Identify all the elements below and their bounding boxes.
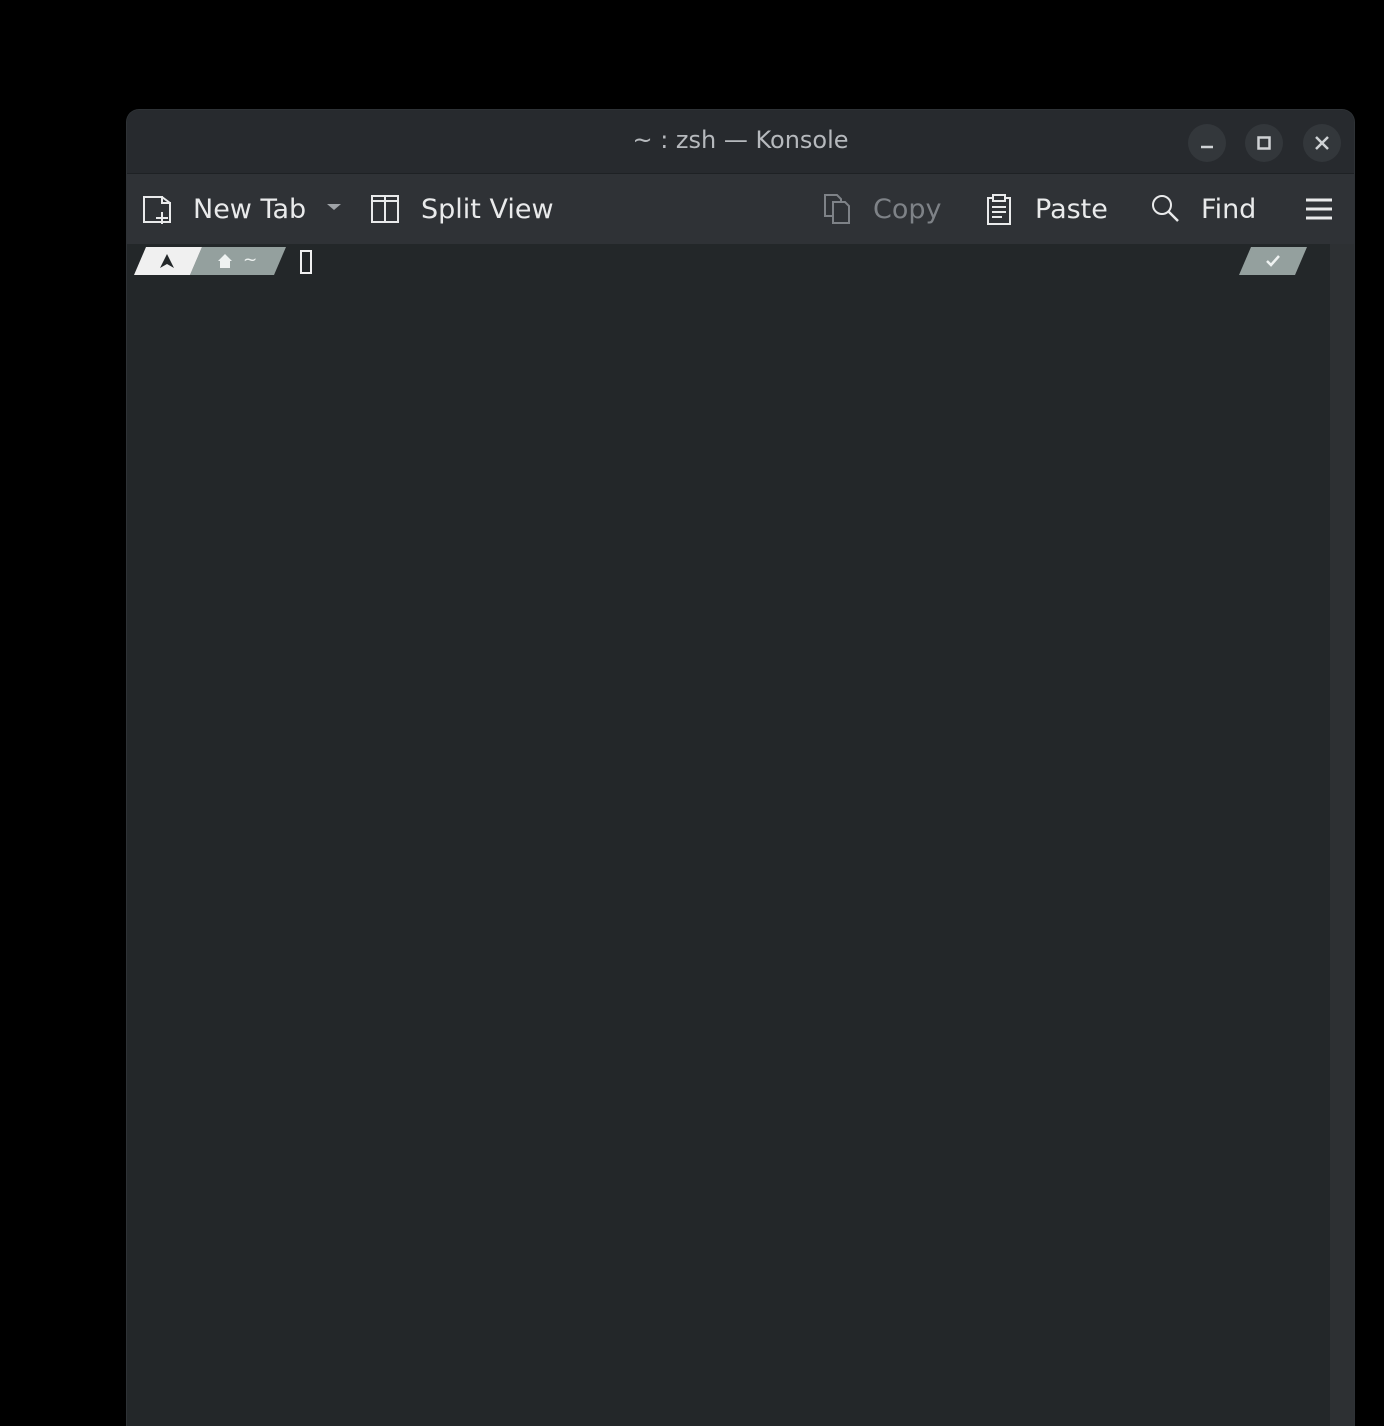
paste-label: Paste [1035,193,1108,225]
window-title: ~ : zsh — Konsole [632,126,849,154]
prompt-path-segment [190,247,286,275]
check-icon [1266,255,1280,267]
split-view-label: Split View [421,193,554,225]
minimize-icon [1201,145,1213,149]
prompt-path: ~ [243,250,258,270]
paste-button[interactable]: Paste [981,174,1108,244]
split-view-button[interactable]: Split View [367,174,554,244]
split-view-icon [367,191,403,227]
terminal-cursor [300,250,312,274]
close-icon [1315,136,1329,150]
search-icon [1147,191,1183,227]
title-bar[interactable]: ~ : zsh — Konsole [127,110,1354,174]
new-tab-icon [139,191,175,227]
copy-label: Copy [873,193,942,225]
hamburger-menu-button[interactable] [1301,174,1337,244]
copy-icon [819,191,855,227]
new-tab-menu-button[interactable] [323,174,345,244]
find-label: Find [1201,193,1257,225]
home-icon [218,254,232,268]
copy-button[interactable]: Copy [819,174,942,244]
minimize-button[interactable] [1188,124,1226,162]
toolbar: New Tab Split View Copy Paste Find [127,174,1354,244]
maximize-button[interactable] [1245,124,1283,162]
chevron-down-icon [323,194,345,225]
new-tab-label: New Tab [193,193,307,225]
find-button[interactable]: Find [1147,174,1256,244]
arch-logo-icon [160,254,174,268]
close-button[interactable] [1303,124,1341,162]
paste-icon [981,191,1017,227]
hamburger-menu-icon [1301,191,1337,227]
konsole-window: ~ : zsh — Konsole New Tab Split View Cop… [127,110,1354,1426]
new-tab-button[interactable]: New Tab [139,174,306,244]
scrollbar[interactable] [1330,244,1354,1426]
maximize-icon [1257,136,1271,150]
terminal-area[interactable]: ~ [127,244,1330,1426]
